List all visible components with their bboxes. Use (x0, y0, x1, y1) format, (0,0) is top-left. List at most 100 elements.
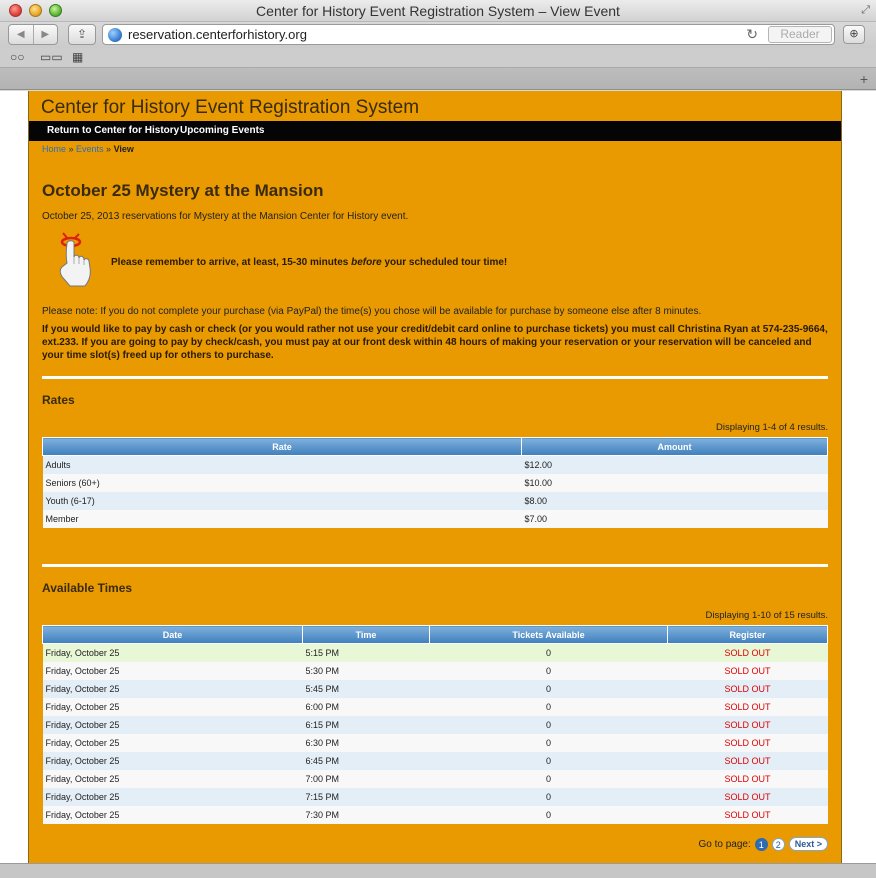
table-row: Friday, October 25 6:30 PM 0 SOLD OUT (42, 733, 828, 752)
cell-rate: Adults (42, 455, 522, 474)
cell-register: SOLD OUT (667, 679, 828, 698)
downloads-button[interactable]: ⊕ (843, 25, 865, 44)
next-page-button[interactable]: Next > (788, 837, 828, 851)
cell-amount: $7.00 (521, 509, 828, 528)
rates-summary: Displaying 1-4 of 4 results. (716, 422, 828, 433)
table-row: Friday, October 25 6:00 PM 0 SOLD OUT (42, 697, 828, 716)
breadcrumb-current: View (113, 144, 134, 154)
cell-tickets: 0 (429, 805, 668, 824)
cell-date: Friday, October 25 (42, 769, 303, 788)
cell-time: 6:45 PM (302, 751, 430, 770)
cell-time: 5:15 PM (302, 643, 430, 662)
cell-tickets: 0 (429, 715, 668, 734)
arrival-reminder: Please remember to arrive, at least, 15-… (111, 257, 507, 268)
cell-tickets: 0 (429, 679, 668, 698)
table-row: Friday, October 25 7:00 PM 0 SOLD OUT (42, 769, 828, 788)
reload-icon[interactable]: ↻ (746, 26, 758, 43)
share-button[interactable]: ⇪ (68, 24, 96, 45)
cell-rate: Seniors (60+) (42, 473, 522, 492)
cell-register: SOLD OUT (667, 733, 828, 752)
breadcrumb-events-link[interactable]: Events (76, 144, 104, 154)
pointing-hand-icon (59, 232, 91, 287)
cell-rate: Youth (6-17) (42, 491, 522, 510)
cell-date: Friday, October 25 (42, 787, 303, 806)
reminder-text: your scheduled tour time! (381, 257, 508, 268)
column-header-time[interactable]: Time (302, 625, 430, 644)
breadcrumb-home-link[interactable]: Home (42, 144, 66, 154)
pagination: Go to page: 1 2 Next > (698, 837, 828, 851)
event-subtitle: October 25, 2013 reservations for Myster… (42, 211, 409, 222)
column-header-rate[interactable]: Rate (42, 437, 522, 456)
table-row: Friday, October 25 5:30 PM 0 SOLD OUT (42, 661, 828, 680)
url-text[interactable]: reservation.centerforhistory.org (128, 27, 307, 42)
forward-button[interactable]: ▶ (34, 25, 58, 44)
breadcrumb-separator: » (66, 144, 77, 154)
paypal-note: Please note: If you do not complete your… (42, 306, 702, 317)
site-container: Center for History Event Registration Sy… (28, 91, 842, 863)
page-1-button[interactable]: 1 (754, 837, 768, 851)
site-title: Center for History Event Registration Sy… (41, 97, 420, 118)
cell-time: 5:30 PM (302, 661, 430, 680)
top-sites-icon[interactable]: ▦ (72, 50, 83, 64)
page-title: October 25 Mystery at the Mansion (42, 181, 324, 200)
available-times-table: Date Time Tickets Available Register Fri… (42, 625, 828, 824)
cell-date: Friday, October 25 (42, 715, 303, 734)
rates-table: Rate Amount Adults $12.00 Seniors (60+) $10… (42, 437, 828, 528)
cell-register: SOLD OUT (667, 697, 828, 716)
cell-register: SOLD OUT (667, 715, 828, 734)
menu-return-link[interactable]: Return to Center for History (47, 125, 179, 136)
cell-time: 6:15 PM (302, 715, 430, 734)
cell-tickets: 0 (429, 751, 668, 770)
section-divider (42, 376, 828, 379)
table-row: Friday, October 25 5:15 PM 0 SOLD OUT (42, 643, 828, 662)
reminder-emphasis: before (351, 257, 382, 268)
page-viewport: Center for History Event Registration Sy… (0, 91, 876, 863)
cell-date: Friday, October 25 (42, 661, 303, 680)
reader-button[interactable]: Reader (768, 26, 832, 43)
cell-date: Friday, October 25 (42, 697, 303, 716)
table-row: Friday, October 25 6:15 PM 0 SOLD OUT (42, 715, 828, 734)
tab-strip: + (0, 68, 876, 90)
cell-date: Friday, October 25 (42, 733, 303, 752)
table-row: Member $7.00 (42, 509, 828, 528)
times-summary: Displaying 1-10 of 15 results. (705, 610, 828, 621)
breadcrumb-separator: » (103, 144, 114, 154)
column-header-date[interactable]: Date (42, 625, 303, 644)
cell-tickets: 0 (429, 697, 668, 716)
cell-amount: $8.00 (521, 491, 828, 510)
cell-tickets: 0 (429, 769, 668, 788)
globe-icon (108, 28, 122, 42)
fullscreen-icon[interactable]: ⤢ (861, 4, 870, 17)
cell-time: 7:15 PM (302, 787, 430, 806)
cell-register: SOLD OUT (667, 787, 828, 806)
address-bar[interactable]: reservation.centerforhistory.org ↻ Reade… (102, 24, 835, 45)
cell-tickets: 0 (429, 661, 668, 680)
column-header-amount[interactable]: Amount (521, 437, 828, 456)
menu-upcoming-events-link[interactable]: Upcoming Events (180, 125, 264, 136)
table-row: Seniors (60+) $10.00 (42, 473, 828, 492)
section-divider (42, 564, 828, 567)
cell-register: SOLD OUT (667, 751, 828, 770)
rates-heading: Rates (42, 393, 75, 407)
back-button[interactable]: ◀ (9, 25, 34, 44)
window-titlebar: Center for History Event Registration Sy… (0, 0, 876, 22)
column-header-register[interactable]: Register (667, 625, 828, 644)
bookmarks-bar: ○○ ▭▭ ▦ (0, 48, 876, 68)
table-row: Youth (6-17) $8.00 (42, 491, 828, 510)
cell-time: 5:45 PM (302, 679, 430, 698)
bookmarks-icon[interactable]: ▭▭ (40, 50, 63, 64)
cell-date: Friday, October 25 (42, 643, 303, 662)
page-2-button[interactable]: 2 (771, 837, 785, 851)
cell-register: SOLD OUT (667, 643, 828, 662)
cell-amount: $10.00 (521, 473, 828, 492)
cell-date: Friday, October 25 (42, 751, 303, 770)
cell-time: 7:30 PM (302, 805, 430, 824)
cell-time: 6:30 PM (302, 733, 430, 752)
table-row: Friday, October 25 7:15 PM 0 SOLD OUT (42, 787, 828, 806)
column-header-tickets[interactable]: Tickets Available (429, 625, 668, 644)
pager-label: Go to page: (698, 838, 751, 850)
window-title: Center for History Event Registration Sy… (256, 3, 620, 19)
table-row: Adults $12.00 (42, 455, 828, 474)
reading-list-icon[interactable]: ○○ (10, 50, 25, 64)
new-tab-icon[interactable]: + (860, 71, 868, 87)
